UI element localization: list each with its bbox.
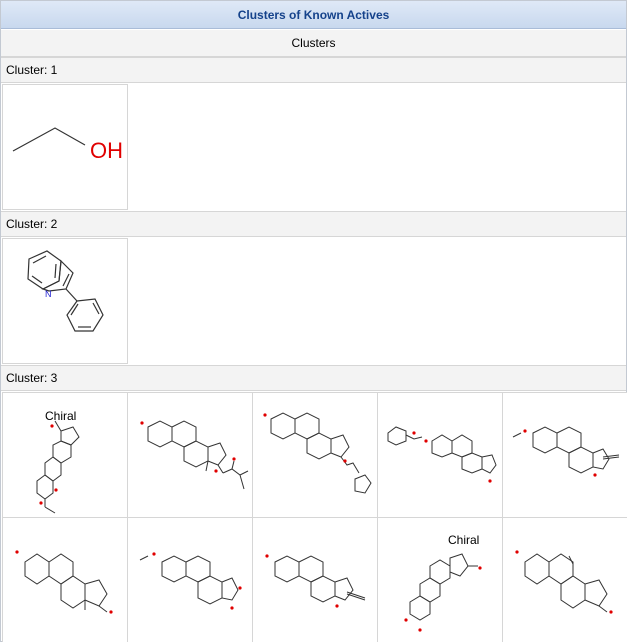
molecule-cell[interactable] bbox=[377, 392, 503, 518]
molecule-cell[interactable] bbox=[502, 517, 627, 642]
molecule-cell[interactable] bbox=[252, 392, 378, 518]
molecule-structure-steroid-6 bbox=[15, 550, 113, 614]
molecule-structure-steroid-1: Chiral bbox=[36, 409, 80, 514]
molecule-cell[interactable] bbox=[502, 392, 627, 518]
molecule-cell[interactable] bbox=[127, 392, 253, 518]
molecule-cell[interactable] bbox=[252, 517, 378, 642]
molecule-cell[interactable]: Chiral bbox=[377, 517, 503, 642]
molecule-structure-steroid-3 bbox=[263, 412, 372, 494]
molecule-cell[interactable] bbox=[2, 517, 128, 642]
molecule-structure-steroid-4 bbox=[387, 426, 497, 483]
chiral-annotation: Chiral bbox=[448, 533, 479, 547]
panel-title: Clusters of Known Actives bbox=[1, 1, 626, 29]
molecule-structure-ethanol: OH bbox=[12, 127, 123, 163]
molecule-structure-steroid-8 bbox=[265, 554, 366, 608]
molecule-cell[interactable]: N bbox=[2, 238, 128, 364]
molecule-structure-steroid-10 bbox=[515, 550, 613, 614]
panel-subtitle: Clusters bbox=[1, 30, 626, 57]
molecule-structure-steroid-7 bbox=[139, 552, 242, 610]
cluster-header-3: Cluster: 3 bbox=[1, 365, 626, 391]
molecule-structure-phenylindole: N bbox=[27, 250, 104, 332]
atom-label: N bbox=[45, 289, 52, 299]
atom-label: OH bbox=[90, 138, 123, 163]
cluster-header-1: Cluster: 1 bbox=[1, 57, 626, 83]
clusters-panel: Clusters of Known Actives Clusters Clust… bbox=[0, 0, 627, 642]
molecule-cell[interactable] bbox=[127, 517, 253, 642]
cluster-header-2: Cluster: 2 bbox=[1, 211, 626, 237]
chiral-annotation: Chiral bbox=[45, 409, 76, 423]
molecule-structure-steroid-9: Chiral bbox=[404, 533, 482, 632]
molecule-structure-steroid-2 bbox=[140, 420, 249, 490]
molecule-cell[interactable]: OH bbox=[2, 84, 128, 210]
molecule-structure-steroid-5 bbox=[512, 426, 620, 477]
molecule-cell[interactable]: Chiral bbox=[2, 392, 128, 518]
